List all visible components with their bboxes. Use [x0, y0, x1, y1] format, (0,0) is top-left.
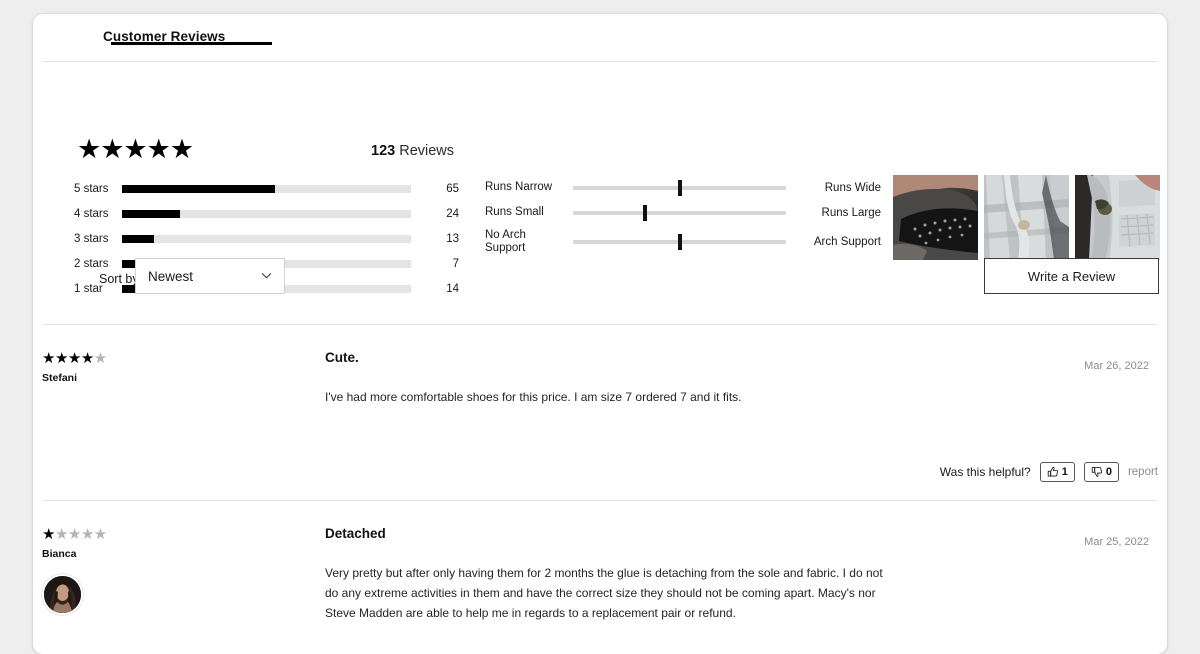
helpful-yes-button[interactable]: 1: [1039, 462, 1075, 482]
fit-slider-right-label: Runs Wide: [824, 181, 881, 194]
review-count: 123 Reviews: [371, 143, 454, 159]
review-rating-stars: ★★★★★: [42, 525, 107, 543]
tab-customer-reviews[interactable]: Customer Reviews: [103, 29, 272, 45]
review-author-block: ★★★★★ Stefani: [42, 350, 312, 384]
report-link[interactable]: report: [1128, 466, 1158, 478]
fit-slider-right-label: Runs Large: [821, 206, 881, 219]
rating-bar-fill: [122, 184, 276, 193]
overall-rating-stars: ★★★★★: [77, 134, 194, 165]
write-a-review-button[interactable]: Write a Review: [984, 258, 1159, 294]
review-rating-stars: ★★★★★: [42, 349, 107, 367]
rating-bar-fill: [122, 234, 154, 243]
review-author-name: Bianca: [42, 548, 77, 560]
chevron-down-icon: [261, 270, 272, 281]
review-body: Cute. Mar 26, 2022 I've had more comfort…: [325, 350, 1149, 407]
rating-bar-track: [122, 209, 411, 218]
fit-slider-width: Runs Narrow Runs Wide: [485, 175, 885, 200]
review-text: I've had more comfortable shoes for this…: [325, 390, 742, 404]
fit-slider-thumb: [677, 179, 682, 196]
review-text: Very pretty but after only having them f…: [325, 566, 883, 620]
sort-select-value: Newest: [148, 268, 194, 284]
fit-slider-size: Runs Small Runs Large: [485, 200, 885, 225]
rating-bar-count: 65: [446, 182, 459, 195]
review-date: Mar 25, 2022: [1084, 536, 1149, 548]
sort-by-label: Sort by: [99, 272, 139, 286]
review-title: Detached: [325, 526, 386, 541]
helpful-question: Was this helpful?: [939, 465, 1031, 479]
review-summary: ★★★★★ 123 Reviews 5 stars 65 4 stars 24: [33, 62, 1167, 295]
review-item: ★★★★★ Stefani Cute. Mar 26, 2022 I've ha…: [33, 325, 1167, 500]
rating-bar-label: 3 stars: [74, 232, 109, 245]
review-date: Mar 26, 2022: [1084, 360, 1149, 372]
review-helpful-bar: Was this helpful? 1 0 report: [940, 462, 1158, 482]
rating-bar-track: [122, 184, 411, 193]
fit-slider-track: [573, 234, 786, 250]
review-author-block: ★★★★★ Bianca: [42, 526, 312, 615]
sort-select[interactable]: Newest: [135, 258, 285, 294]
rating-bar-row[interactable]: 4 stars 24: [74, 201, 464, 226]
review-body: Detached Mar 25, 2022 Very pretty but af…: [325, 526, 1149, 623]
helpful-no-count: 0: [1105, 466, 1112, 478]
helpful-yes-count: 1: [1061, 466, 1068, 478]
tab-active-underline: [111, 42, 272, 45]
review-count-label: Reviews: [399, 143, 455, 159]
rating-bar-row[interactable]: 5 stars 65: [74, 176, 464, 201]
rating-bar-label: 5 stars: [74, 182, 109, 195]
avatar[interactable]: [42, 574, 83, 615]
fit-slider-track: [573, 179, 786, 196]
thumbs-down-icon: [1091, 466, 1103, 478]
review-count-number: 123: [371, 143, 396, 159]
fit-slider-thumb: [643, 204, 648, 221]
tab-bar: Customer Reviews: [42, 14, 1158, 62]
thumbs-up-icon: [1047, 466, 1059, 478]
review-title: Cute.: [325, 350, 359, 365]
fit-slider-track: [573, 204, 786, 221]
reviews-card: Customer Reviews ★★★★★ 123 Reviews 5 sta…: [33, 14, 1167, 654]
rating-bar-track: [122, 234, 411, 243]
helpful-no-button[interactable]: 0: [1083, 462, 1119, 482]
rating-bar-label: 4 stars: [74, 207, 109, 220]
fit-slider-left-label: Runs Small: [485, 205, 544, 218]
write-a-review-label: Write a Review: [1027, 268, 1116, 284]
rating-bar-count: 13: [446, 232, 459, 245]
review-controls: Sort by Newest Write a Review: [33, 247, 1167, 324]
rating-bar-fill: [122, 209, 180, 218]
review-author-name: Stefani: [42, 372, 78, 384]
rating-bar-count: 24: [446, 207, 459, 220]
fit-slider-left-label: Runs Narrow: [485, 180, 553, 193]
review-item: ★★★★★ Bianca Detached Mar 25, 2022 Very …: [33, 501, 1167, 654]
